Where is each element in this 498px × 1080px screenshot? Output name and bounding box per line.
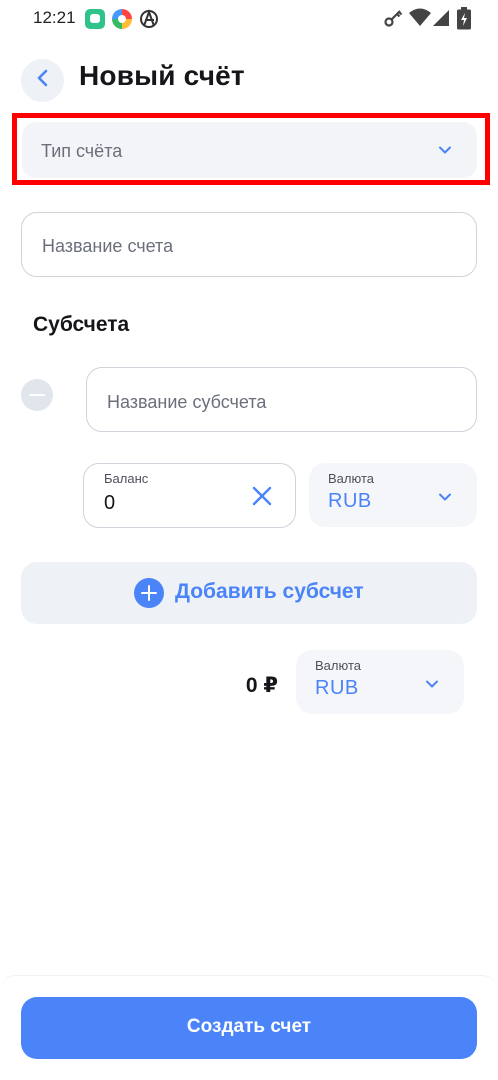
account-name-input[interactable]: Название счета [21,212,477,277]
browser-app-icon [112,9,132,29]
back-button[interactable] [21,59,64,102]
currency-value: RUB [315,677,359,699]
subaccount-name-input[interactable]: Название субсчета [86,367,477,432]
clear-icon[interactable] [251,485,273,512]
subaccount-currency-select[interactable]: Валюта RUB [309,463,477,527]
create-account-button[interactable]: Создать счет [21,997,477,1059]
subaccounts-title: Субсчета [33,313,130,336]
add-subaccount-button[interactable]: Добавить субсчет [21,562,477,624]
page-title: Новый счёт [79,60,245,91]
currency-label: Валюта [315,658,361,673]
chevron-left-icon [35,68,51,93]
status-time: 12:21 [33,8,76,27]
anarchy-app-icon [139,9,159,29]
messenger-app-icon [85,9,105,29]
create-account-label: Создать счет [186,1016,312,1037]
chevron-down-icon [424,676,440,697]
account-name-placeholder: Название счета [42,236,174,256]
total-amount: 0 ₽ [245,674,278,697]
plus-circle-icon [134,578,164,608]
chevron-down-icon [437,142,453,163]
chevron-down-icon [437,489,453,510]
balance-label: Баланс [104,471,149,486]
currency-label: Валюта [328,471,374,486]
balance-value: 0 [104,492,116,514]
currency-value: RUB [328,490,372,512]
status-bar: 12:21 [0,0,498,38]
total-currency-select[interactable]: Валюта RUB [296,650,464,714]
add-subaccount-label: Добавить субсчет [175,580,364,603]
battery-icon [456,7,472,30]
account-type-label: Тип счёта [41,141,123,161]
signal-icon [431,7,451,29]
key-icon [383,7,405,29]
account-type-select[interactable]: Тип счёта [22,122,477,178]
wifi-icon [408,7,432,29]
remove-subaccount-button[interactable] [21,379,53,411]
subaccount-name-placeholder: Название субсчета [107,392,267,412]
subaccount-balance-input[interactable]: Баланс 0 [83,463,296,528]
